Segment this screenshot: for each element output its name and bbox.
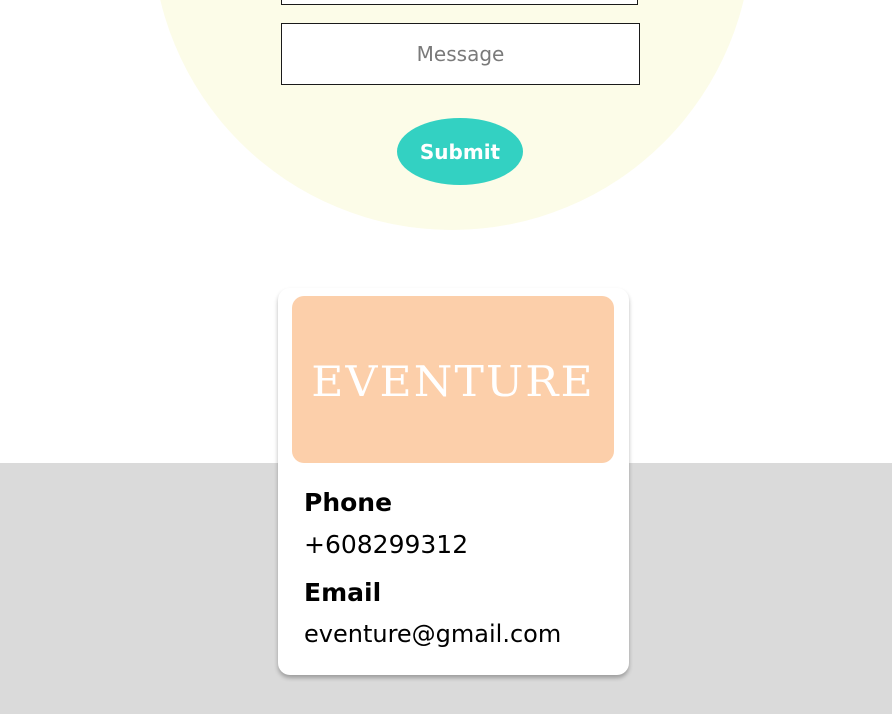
phone-label: Phone — [304, 488, 393, 517]
message-input[interactable] — [281, 23, 640, 85]
eventure-logo: EVENTURE — [292, 296, 614, 463]
email-address: eventure@gmail.com — [304, 620, 562, 648]
phone-number: +608299312 — [304, 530, 469, 559]
logo-text: EVENTURE — [311, 357, 595, 406]
contact-card: EVENTURE Phone +608299312 Email eventure… — [278, 288, 629, 675]
email-label: Email — [304, 578, 382, 607]
submit-button[interactable]: Submit — [397, 118, 523, 185]
previous-form-field[interactable] — [281, 0, 638, 5]
